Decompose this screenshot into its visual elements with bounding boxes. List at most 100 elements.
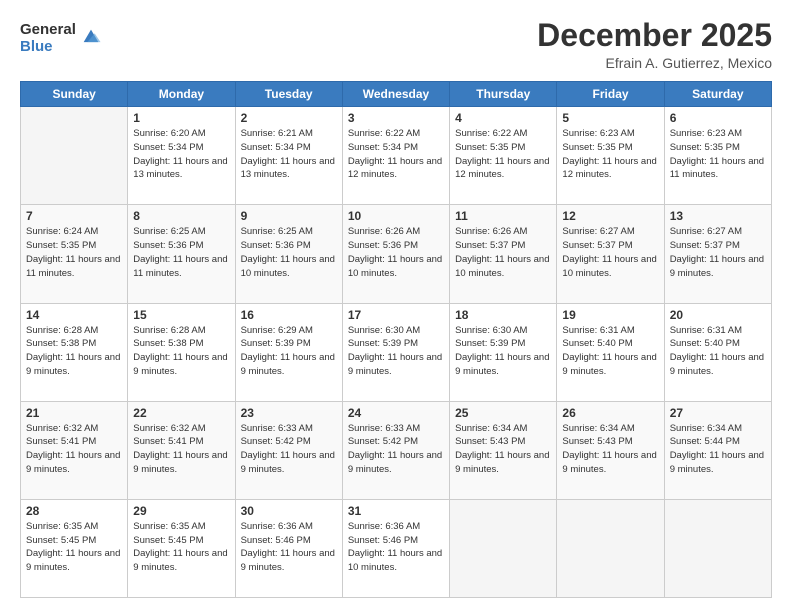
day-info: Sunrise: 6:28 AM Sunset: 5:38 PM Dayligh…: [133, 324, 229, 379]
day-info: Sunrise: 6:26 AM Sunset: 5:36 PM Dayligh…: [348, 225, 444, 280]
calendar-week-row: 1 Sunrise: 6:20 AM Sunset: 5:34 PM Daylig…: [21, 107, 772, 205]
day-info: Sunrise: 6:27 AM Sunset: 5:37 PM Dayligh…: [562, 225, 658, 280]
day-info: Sunrise: 6:21 AM Sunset: 5:34 PM Dayligh…: [241, 127, 337, 182]
day-info: Sunrise: 6:25 AM Sunset: 5:36 PM Dayligh…: [133, 225, 229, 280]
calendar-header-wednesday: Wednesday: [342, 82, 449, 107]
calendar-cell: 19 Sunrise: 6:31 AM Sunset: 5:40 PM Dayli…: [557, 303, 664, 401]
day-info: Sunrise: 6:20 AM Sunset: 5:34 PM Dayligh…: [133, 127, 229, 182]
title-block: December 2025 Efrain A. Gutierrez, Mexic…: [537, 18, 772, 71]
calendar-cell: [21, 107, 128, 205]
logo-general: General: [20, 22, 76, 39]
day-number: 30: [241, 504, 337, 518]
day-number: 31: [348, 504, 444, 518]
month-title: December 2025: [537, 18, 772, 53]
calendar-cell: 9 Sunrise: 6:25 AM Sunset: 5:36 PM Daylig…: [235, 205, 342, 303]
day-info: Sunrise: 6:29 AM Sunset: 5:39 PM Dayligh…: [241, 324, 337, 379]
day-info: Sunrise: 6:30 AM Sunset: 5:39 PM Dayligh…: [348, 324, 444, 379]
day-number: 3: [348, 111, 444, 125]
day-number: 24: [348, 406, 444, 420]
day-number: 13: [670, 209, 766, 223]
day-info: Sunrise: 6:33 AM Sunset: 5:42 PM Dayligh…: [348, 422, 444, 477]
subtitle: Efrain A. Gutierrez, Mexico: [537, 55, 772, 71]
calendar-cell: 6Sunrise: 6:23 AM Sunset: 5:35 PM Daylig…: [664, 107, 771, 205]
day-info: Sunrise: 6:35 AM Sunset: 5:45 PM Dayligh…: [26, 520, 122, 575]
page: General Blue December 2025 Efrain A. Gut…: [0, 0, 792, 612]
calendar-week-row: 7 Sunrise: 6:24 AM Sunset: 5:35 PM Daylig…: [21, 205, 772, 303]
calendar-cell: 1 Sunrise: 6:20 AM Sunset: 5:34 PM Daylig…: [128, 107, 235, 205]
calendar-cell: 2 Sunrise: 6:21 AM Sunset: 5:34 PM Daylig…: [235, 107, 342, 205]
calendar-cell: 24 Sunrise: 6:33 AM Sunset: 5:42 PM Dayli…: [342, 401, 449, 499]
calendar-cell: [557, 499, 664, 597]
day-number: 15: [133, 308, 229, 322]
day-info: Sunrise: 6:34 AM Sunset: 5:44 PM Dayligh…: [670, 422, 766, 477]
calendar-cell: 29Sunrise: 6:35 AM Sunset: 5:45 PM Dayli…: [128, 499, 235, 597]
header: General Blue December 2025 Efrain A. Gut…: [20, 18, 772, 71]
day-number: 18: [455, 308, 551, 322]
logo-icon: [80, 26, 102, 48]
calendar-cell: 25 Sunrise: 6:34 AM Sunset: 5:43 PM Dayli…: [450, 401, 557, 499]
day-number: 4: [455, 111, 551, 125]
logo-blue: Blue: [20, 39, 76, 56]
calendar-cell: 16Sunrise: 6:29 AM Sunset: 5:39 PM Dayli…: [235, 303, 342, 401]
day-number: 21: [26, 406, 122, 420]
day-number: 1: [133, 111, 229, 125]
day-info: Sunrise: 6:32 AM Sunset: 5:41 PM Dayligh…: [133, 422, 229, 477]
day-number: 26: [562, 406, 658, 420]
day-number: 23: [241, 406, 337, 420]
calendar-table: SundayMondayTuesdayWednesdayThursdayFrid…: [20, 81, 772, 598]
day-number: 9: [241, 209, 337, 223]
day-info: Sunrise: 6:23 AM Sunset: 5:35 PM Dayligh…: [562, 127, 658, 182]
calendar-cell: 30 Sunrise: 6:36 AM Sunset: 5:46 PM Dayli…: [235, 499, 342, 597]
calendar-cell: 22Sunrise: 6:32 AM Sunset: 5:41 PM Dayli…: [128, 401, 235, 499]
calendar-cell: 31Sunrise: 6:36 AM Sunset: 5:46 PM Dayli…: [342, 499, 449, 597]
day-info: Sunrise: 6:26 AM Sunset: 5:37 PM Dayligh…: [455, 225, 551, 280]
day-info: Sunrise: 6:25 AM Sunset: 5:36 PM Dayligh…: [241, 225, 337, 280]
day-info: Sunrise: 6:24 AM Sunset: 5:35 PM Dayligh…: [26, 225, 122, 280]
calendar-week-row: 14 Sunrise: 6:28 AM Sunset: 5:38 PM Dayli…: [21, 303, 772, 401]
day-number: 28: [26, 504, 122, 518]
day-number: 5: [562, 111, 658, 125]
calendar-cell: 23 Sunrise: 6:33 AM Sunset: 5:42 PM Dayli…: [235, 401, 342, 499]
day-info: Sunrise: 6:23 AM Sunset: 5:35 PM Dayligh…: [670, 127, 766, 182]
calendar-cell: 8 Sunrise: 6:25 AM Sunset: 5:36 PM Daylig…: [128, 205, 235, 303]
day-info: Sunrise: 6:31 AM Sunset: 5:40 PM Dayligh…: [562, 324, 658, 379]
calendar-cell: [664, 499, 771, 597]
day-number: 25: [455, 406, 551, 420]
calendar-cell: 21 Sunrise: 6:32 AM Sunset: 5:41 PM Dayli…: [21, 401, 128, 499]
day-info: Sunrise: 6:36 AM Sunset: 5:46 PM Dayligh…: [241, 520, 337, 575]
calendar-header-saturday: Saturday: [664, 82, 771, 107]
day-info: Sunrise: 6:28 AM Sunset: 5:38 PM Dayligh…: [26, 324, 122, 379]
day-info: Sunrise: 6:31 AM Sunset: 5:40 PM Dayligh…: [670, 324, 766, 379]
calendar-cell: 26Sunrise: 6:34 AM Sunset: 5:43 PM Dayli…: [557, 401, 664, 499]
day-info: Sunrise: 6:34 AM Sunset: 5:43 PM Dayligh…: [455, 422, 551, 477]
calendar-cell: 12Sunrise: 6:27 AM Sunset: 5:37 PM Dayli…: [557, 205, 664, 303]
calendar-header-monday: Monday: [128, 82, 235, 107]
day-number: 27: [670, 406, 766, 420]
calendar-cell: 5 Sunrise: 6:23 AM Sunset: 5:35 PM Daylig…: [557, 107, 664, 205]
calendar-cell: [450, 499, 557, 597]
calendar-cell: 17Sunrise: 6:30 AM Sunset: 5:39 PM Dayli…: [342, 303, 449, 401]
day-number: 7: [26, 209, 122, 223]
day-info: Sunrise: 6:30 AM Sunset: 5:39 PM Dayligh…: [455, 324, 551, 379]
day-number: 8: [133, 209, 229, 223]
calendar-cell: 20 Sunrise: 6:31 AM Sunset: 5:40 PM Dayli…: [664, 303, 771, 401]
day-number: 2: [241, 111, 337, 125]
calendar-cell: 4 Sunrise: 6:22 AM Sunset: 5:35 PM Daylig…: [450, 107, 557, 205]
calendar-week-row: 21 Sunrise: 6:32 AM Sunset: 5:41 PM Dayli…: [21, 401, 772, 499]
calendar-cell: 14 Sunrise: 6:28 AM Sunset: 5:38 PM Dayli…: [21, 303, 128, 401]
calendar-week-row: 28 Sunrise: 6:35 AM Sunset: 5:45 PM Dayli…: [21, 499, 772, 597]
day-number: 19: [562, 308, 658, 322]
day-number: 11: [455, 209, 551, 223]
day-info: Sunrise: 6:22 AM Sunset: 5:35 PM Dayligh…: [455, 127, 551, 182]
day-number: 20: [670, 308, 766, 322]
calendar-cell: 11 Sunrise: 6:26 AM Sunset: 5:37 PM Dayli…: [450, 205, 557, 303]
calendar-cell: 10 Sunrise: 6:26 AM Sunset: 5:36 PM Dayli…: [342, 205, 449, 303]
calendar-header-row: SundayMondayTuesdayWednesdayThursdayFrid…: [21, 82, 772, 107]
calendar-cell: 3Sunrise: 6:22 AM Sunset: 5:34 PM Daylig…: [342, 107, 449, 205]
day-info: Sunrise: 6:35 AM Sunset: 5:45 PM Dayligh…: [133, 520, 229, 575]
day-info: Sunrise: 6:32 AM Sunset: 5:41 PM Dayligh…: [26, 422, 122, 477]
day-number: 10: [348, 209, 444, 223]
day-info: Sunrise: 6:33 AM Sunset: 5:42 PM Dayligh…: [241, 422, 337, 477]
logo: General Blue: [20, 22, 102, 55]
day-number: 14: [26, 308, 122, 322]
